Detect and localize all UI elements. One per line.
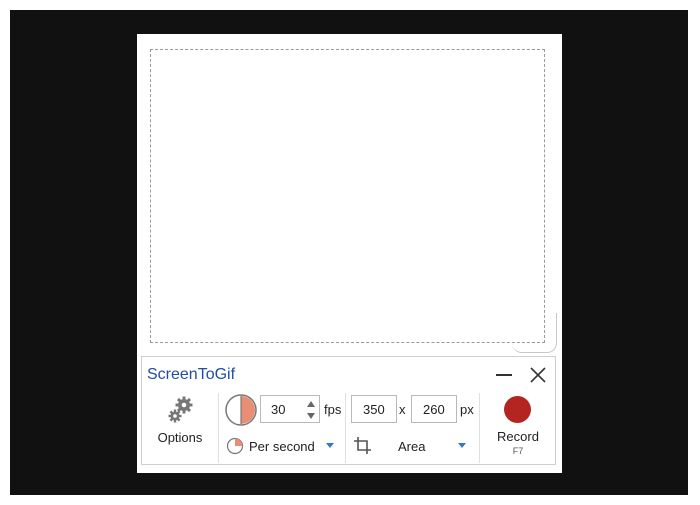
close-icon[interactable] bbox=[527, 364, 549, 386]
height-value: 260 bbox=[423, 402, 445, 417]
record-button[interactable]: Record F7 bbox=[489, 393, 547, 459]
size-separator: x bbox=[399, 402, 406, 417]
framerate-mode-dropdown[interactable]: Per second bbox=[249, 439, 315, 454]
record-label: Record bbox=[497, 429, 539, 444]
separator bbox=[218, 393, 219, 463]
record-shortcut: F7 bbox=[512, 446, 524, 456]
capture-region[interactable] bbox=[150, 49, 545, 343]
width-input[interactable]: 350 bbox=[351, 395, 397, 423]
px-unit-label: px bbox=[460, 402, 474, 417]
crop-icon bbox=[354, 437, 371, 454]
minimize-icon[interactable] bbox=[495, 365, 515, 385]
resize-handle[interactable] bbox=[512, 313, 557, 353]
fps-icon bbox=[224, 393, 258, 427]
separator bbox=[479, 393, 480, 463]
framerate-value: 30 bbox=[271, 402, 286, 417]
height-input[interactable]: 260 bbox=[411, 395, 457, 423]
chevron-down-icon[interactable] bbox=[458, 443, 466, 448]
framerate-input[interactable]: 30 bbox=[260, 395, 320, 423]
separator bbox=[345, 393, 346, 463]
options-label: Options bbox=[157, 430, 203, 445]
region-mode-dropdown[interactable]: Area bbox=[398, 439, 425, 454]
per-second-icon bbox=[226, 437, 244, 455]
gear-icon bbox=[166, 395, 196, 425]
stepper-arrows-icon[interactable] bbox=[307, 399, 315, 421]
chevron-down-icon[interactable] bbox=[326, 443, 334, 448]
options-button[interactable]: Options bbox=[148, 393, 212, 459]
record-icon bbox=[504, 396, 531, 423]
app-title: ScreenToGif bbox=[147, 366, 236, 383]
width-value: 350 bbox=[363, 402, 385, 417]
fps-unit-label: fps bbox=[324, 402, 342, 417]
